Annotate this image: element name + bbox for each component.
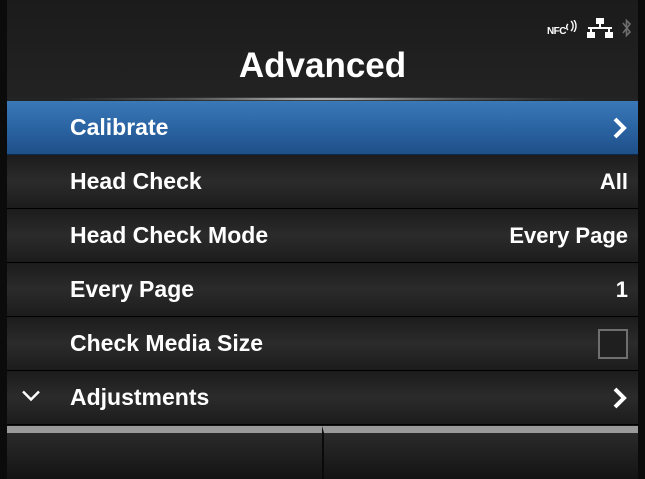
check-media-size-checkbox[interactable] <box>598 328 628 359</box>
menu-item-value: 1 <box>615 276 628 302</box>
menu-item-head-check-mode[interactable]: Head Check Mode Every Page <box>7 209 638 263</box>
menu-item-label: Adjustments <box>70 384 210 410</box>
page-title: Advanced <box>238 46 407 85</box>
chevron-down-icon[interactable] <box>21 388 41 407</box>
menu-item-label: Check Media Size <box>70 330 264 356</box>
bluetooth-icon <box>622 18 632 38</box>
menu-item-head-check[interactable]: Head Check All <box>7 155 638 209</box>
menu-item-value: All <box>599 168 628 194</box>
softkey-left[interactable] <box>7 426 322 479</box>
softkey-bar <box>7 426 638 479</box>
printer-screen: NFC Advanced Calibrate Head Check All He… <box>7 0 638 479</box>
header: NFC Advanced <box>7 0 638 101</box>
nfc-icon: NFC <box>546 19 578 37</box>
softkey-right[interactable] <box>321 426 638 479</box>
chevron-right-icon <box>612 386 628 410</box>
menu-item-label: Calibrate <box>70 114 169 140</box>
menu-list: Calibrate Head Check All Head Check Mode… <box>7 101 638 425</box>
chevron-right-icon <box>612 116 628 140</box>
menu-item-value: Every Page <box>509 222 628 248</box>
menu-item-label: Head Check <box>70 168 202 194</box>
menu-item-every-page[interactable]: Every Page 1 <box>7 263 638 317</box>
nfc-wave-icon <box>566 19 577 32</box>
nfc-label: NFC <box>546 25 567 37</box>
menu-item-calibrate[interactable]: Calibrate <box>7 101 638 155</box>
menu-item-adjustments[interactable]: Adjustments <box>7 371 638 425</box>
status-icons: NFC <box>547 18 632 38</box>
menu-item-check-media-size[interactable]: Check Media Size <box>7 317 638 371</box>
network-icon <box>587 18 613 38</box>
menu-item-label: Head Check Mode <box>70 222 269 248</box>
menu-item-label: Every Page <box>70 276 195 302</box>
